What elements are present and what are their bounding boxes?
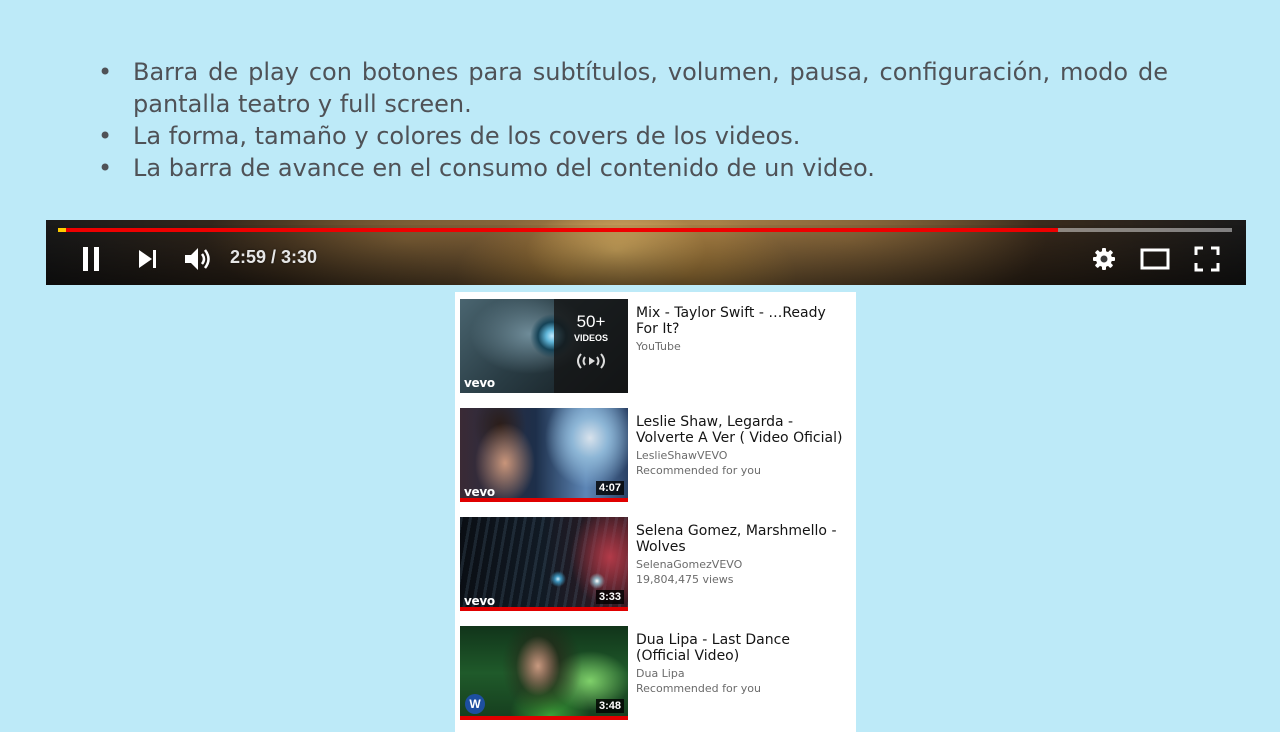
channel-name: LeslieShawVEVO: [636, 449, 728, 462]
progress-bar[interactable]: [58, 228, 1232, 232]
bullet-item: • La barra de avance en el consumo del c…: [98, 152, 1168, 184]
mix-radio-icon: [577, 353, 605, 369]
time-display: 2:59 / 3:30: [230, 247, 318, 267]
watched-progress-bar: [460, 607, 628, 611]
bullet-dot: •: [98, 58, 113, 86]
fullscreen-button[interactable]: [1192, 244, 1222, 274]
next-icon: [139, 250, 156, 268]
video-info: Selena Gomez, Marshmello - Wolves Selena…: [636, 523, 846, 587]
video-meta: Recommended for you: [636, 682, 761, 695]
video-title[interactable]: Selena Gomez, Marshmello - Wolves: [636, 523, 846, 555]
video-title[interactable]: Mix - Taylor Swift - …Ready For It?: [636, 305, 846, 337]
video-duration: 3:48: [595, 699, 624, 713]
video-meta: 19,804,475 views: [636, 573, 734, 586]
video-info: Mix - Taylor Swift - …Ready For It? YouT…: [636, 305, 846, 354]
video-duration: 3:33: [595, 590, 624, 604]
player-gradient: [46, 225, 1246, 285]
bullet-dot: •: [98, 122, 113, 150]
pause-icon: [83, 247, 99, 271]
video-meta: Recommended for you: [636, 464, 761, 477]
video-thumbnail[interactable]: 50+ VIDEOS vevo: [460, 299, 628, 393]
recommendation-item[interactable]: 50+ VIDEOS vevo Mix - Taylor Swift - …Re…: [460, 299, 850, 395]
settings-icon: [1093, 248, 1115, 270]
playlist-overlay: 50+ VIDEOS: [554, 299, 628, 393]
theater-mode-button[interactable]: [1138, 244, 1172, 274]
recommendation-item[interactable]: vevo 4:07 Leslie Shaw, Legarda - Volvert…: [460, 408, 850, 504]
video-thumbnail[interactable]: vevo 3:33: [460, 517, 628, 611]
channel-name: YouTube: [636, 340, 681, 353]
playlist-count: 50+: [576, 312, 606, 331]
vevo-logo: vevo: [464, 594, 495, 608]
video-thumbnail[interactable]: vevo 4:07: [460, 408, 628, 502]
vevo-logo: vevo: [464, 485, 495, 499]
bullet-text: La barra de avance en el consumo del con…: [133, 154, 875, 182]
vevo-logo: vevo: [464, 376, 495, 390]
bullet-text: La forma, tamaño y colores de los covers…: [133, 122, 801, 150]
theater-mode-icon: [1140, 248, 1170, 270]
recommendation-item[interactable]: W 3:48 Dua Lipa - Last Dance (Official V…: [460, 626, 850, 722]
bullet-item: • La forma, tamaño y colores de los cove…: [98, 120, 1168, 152]
recommendation-item[interactable]: vevo 3:33 Selena Gomez, Marshmello - Wol…: [460, 517, 850, 613]
video-title[interactable]: Dua Lipa - Last Dance (Official Video): [636, 632, 846, 664]
channel-name: Dua Lipa: [636, 667, 685, 680]
progress-fill: [58, 228, 1059, 232]
video-title[interactable]: Leslie Shaw, Legarda - Volverte A Ver ( …: [636, 414, 846, 446]
progress-start-marker: [58, 228, 66, 232]
bullet-item: • Barra de play con botones para subtítu…: [98, 56, 1168, 120]
video-player-bar: 2:59 / 3:30: [46, 220, 1246, 285]
video-info: Dua Lipa - Last Dance (Official Video) D…: [636, 632, 846, 696]
warner-logo: W: [465, 694, 485, 714]
video-info: Leslie Shaw, Legarda - Volverte A Ver ( …: [636, 414, 846, 478]
volume-icon: [185, 248, 210, 270]
video-thumbnail[interactable]: W 3:48: [460, 626, 628, 720]
settings-button[interactable]: [1090, 244, 1118, 274]
pause-button[interactable]: [76, 244, 106, 274]
recommendations-panel: 50+ VIDEOS vevo Mix - Taylor Swift - …Re…: [455, 292, 856, 732]
watched-progress-bar: [460, 716, 628, 720]
channel-name: SelenaGomezVEVO: [636, 558, 743, 571]
video-duration: 4:07: [595, 481, 624, 495]
bullet-list: • Barra de play con botones para subtítu…: [98, 56, 1168, 184]
playlist-unit: VIDEOS: [573, 333, 608, 343]
volume-button[interactable]: [182, 244, 214, 274]
fullscreen-icon: [1194, 246, 1220, 272]
bullet-dot: •: [98, 154, 113, 182]
bullet-text: Barra de play con botones para subtítulo…: [133, 58, 1168, 118]
watched-progress-bar: [460, 498, 628, 502]
next-button[interactable]: [134, 244, 162, 274]
